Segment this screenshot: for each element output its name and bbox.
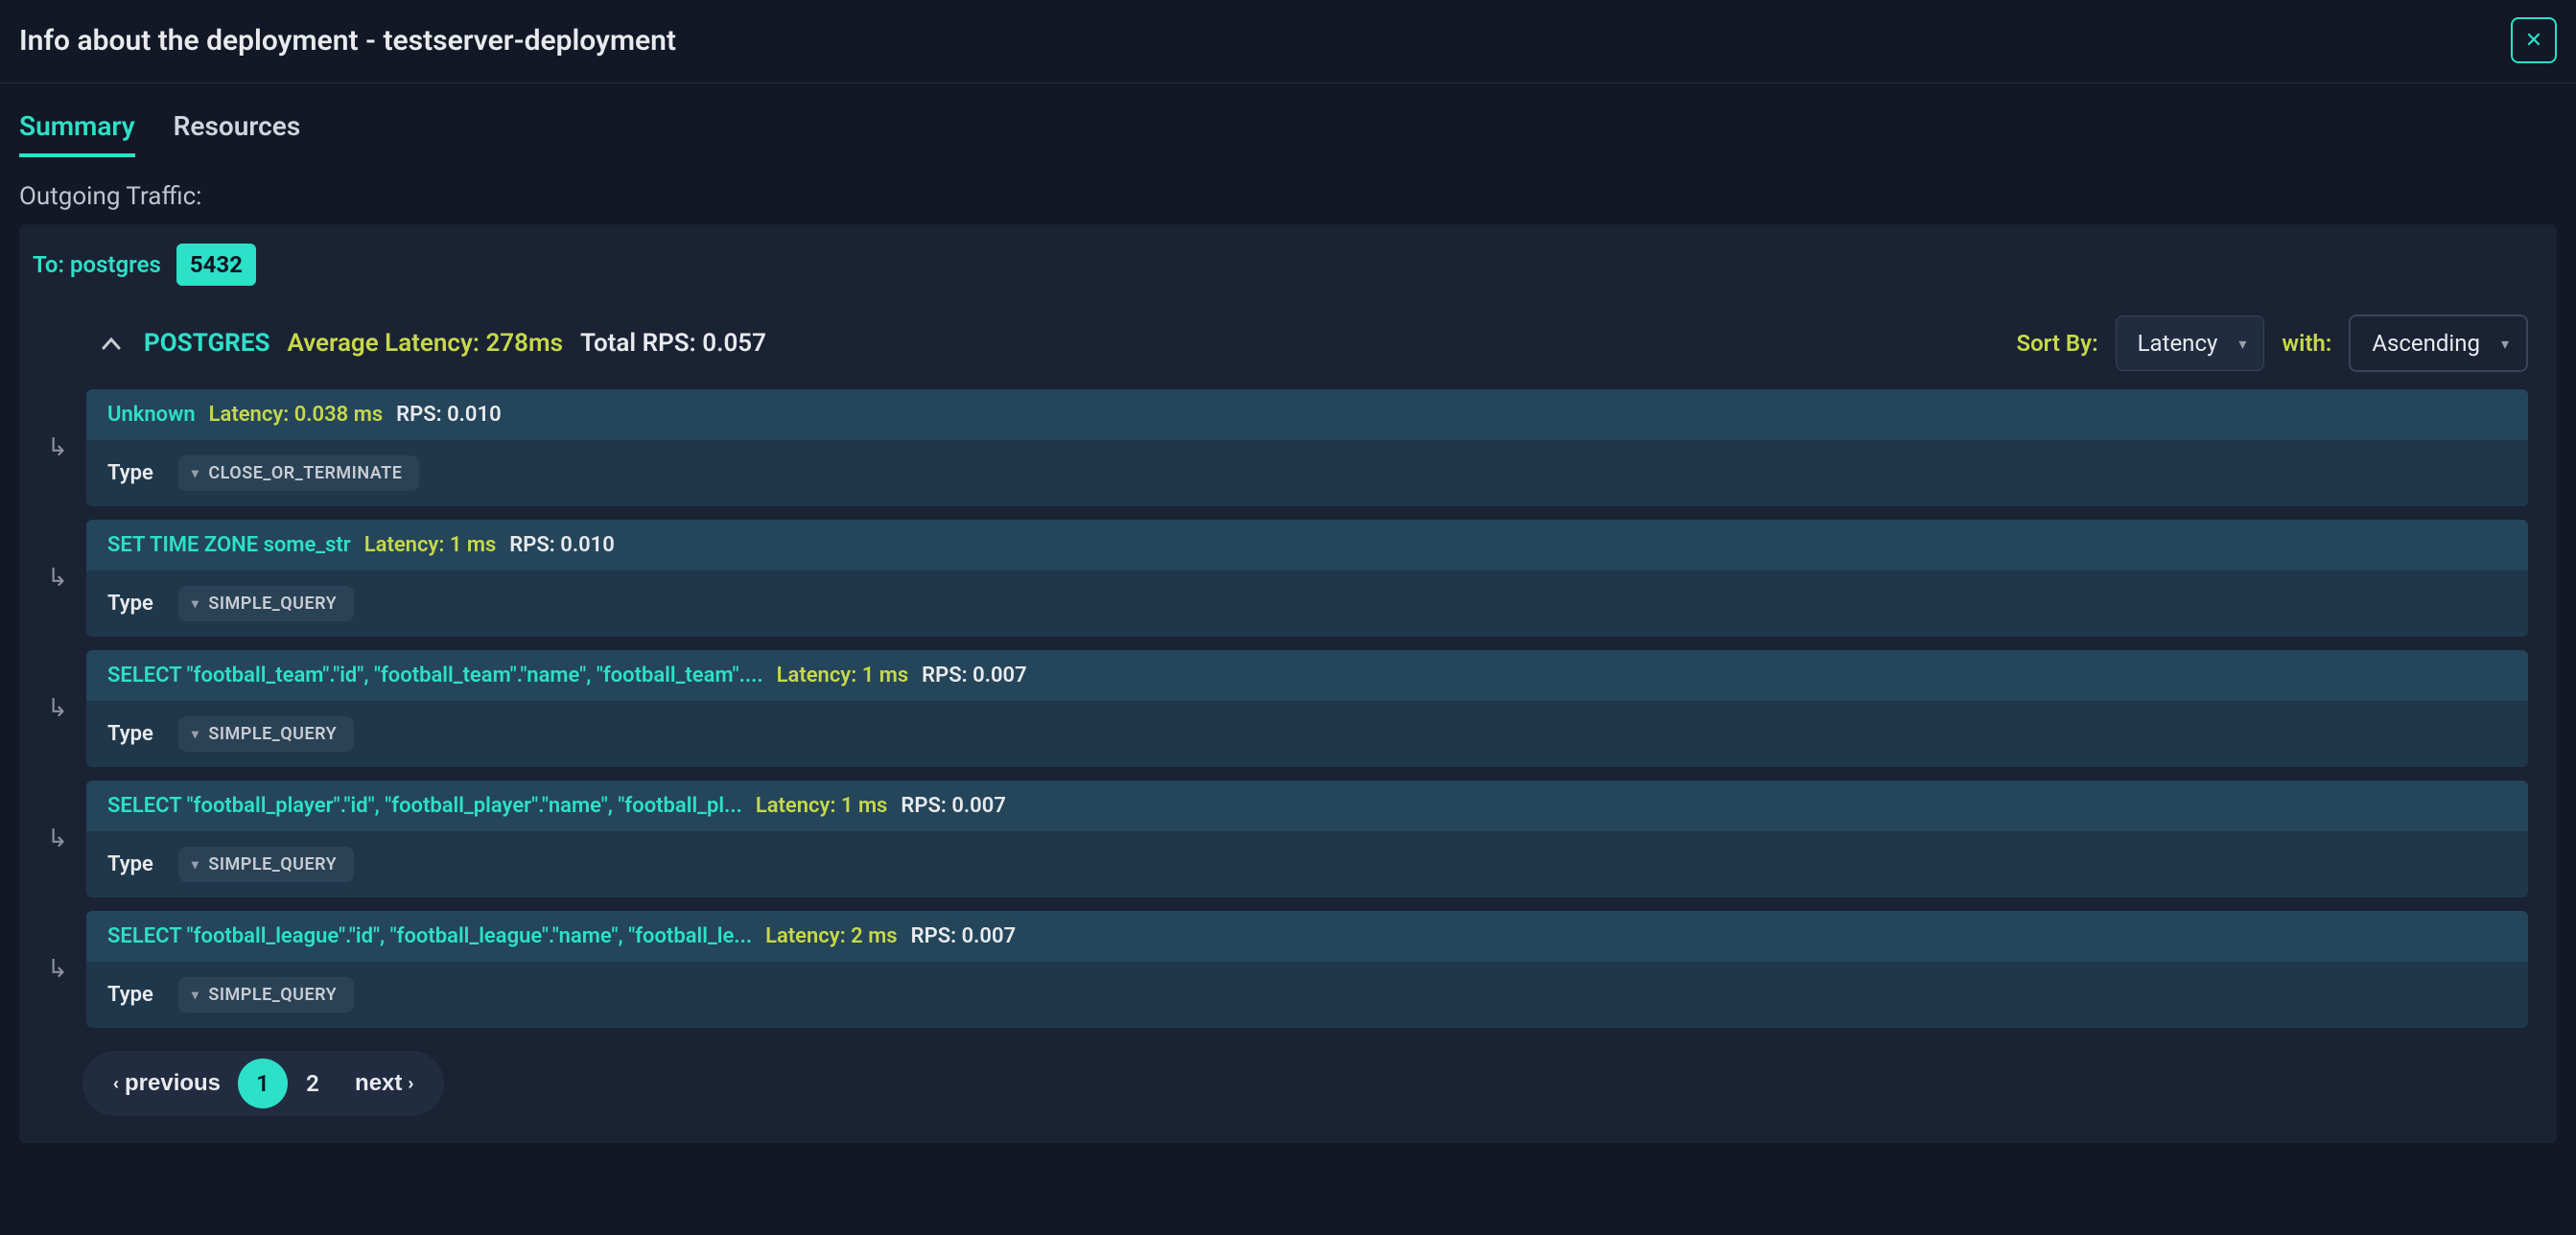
type-value: SIMPLE_QUERY [208,854,337,874]
type-label: Type [107,592,153,616]
query-rps: RPS: 0.007 [911,924,1017,948]
sort-by-value: Latency [2138,330,2218,357]
query-latency: Latency: 2 ms [765,924,898,948]
sort-direction-select[interactable]: Ascending ▾ [2349,315,2528,372]
query-card[interactable]: SELECT "football_league"."id", "football… [86,911,2528,1028]
query-rps: RPS: 0.007 [922,664,1027,687]
sub-arrow-icon: ↳ [42,650,73,767]
query-card[interactable]: SET TIME ZONE some_str Latency: 1 ms RPS… [86,520,2528,637]
query-body: Type ▾ SIMPLE_QUERY [86,571,2528,637]
query-name: Unknown [107,403,196,427]
deployment-info-modal: Info about the deployment - testserver-d… [0,0,2576,1143]
query-body: Type ▾ CLOSE_OR_TERMINATE [86,440,2528,506]
query-body: Type ▾ SIMPLE_QUERY [86,701,2528,767]
type-chip[interactable]: ▾ SIMPLE_QUERY [178,847,354,882]
chevron-up-icon[interactable] [102,332,121,355]
sort-controls: Sort By: Latency ▾ with: Ascending ▾ [2016,315,2528,372]
query-rps: RPS: 0.007 [901,794,1006,818]
tabs: Summary Resources [0,83,2576,157]
modal-header: Info about the deployment - testserver-d… [0,0,2576,83]
query-head: Unknown Latency: 0.038 ms RPS: 0.010 [86,389,2528,440]
query-row: ↳ Unknown Latency: 0.038 ms RPS: 0.010 T… [42,389,2528,506]
sort-direction-value: Ascending [2372,330,2480,357]
protocol-label: POSTGRES [144,329,269,358]
type-label: Type [107,852,153,876]
query-list: ↳ Unknown Latency: 0.038 ms RPS: 0.010 T… [19,389,2557,1028]
query-body: Type ▾ SIMPLE_QUERY [86,962,2528,1028]
chevron-down-icon: ▾ [2238,335,2246,353]
sub-arrow-icon: ↳ [42,781,73,897]
chevron-down-icon: ▾ [192,466,199,481]
query-row: ↳ SELECT "football_player"."id", "footba… [42,781,2528,897]
query-name: SELECT "football_league"."id", "football… [107,924,752,948]
page-number-2[interactable]: 2 [288,1059,338,1108]
type-label: Type [107,461,153,485]
query-row: ↳ SET TIME ZONE some_str Latency: 1 ms R… [42,520,2528,637]
type-value: CLOSE_OR_TERMINATE [208,463,402,483]
page-number-1[interactable]: 1 [238,1059,288,1108]
query-row: ↳ SELECT "football_league"."id", "footba… [42,911,2528,1028]
type-chip[interactable]: ▾ CLOSE_OR_TERMINATE [178,455,420,491]
sub-arrow-icon: ↳ [42,520,73,637]
type-label: Type [107,983,153,1007]
modal-title: Info about the deployment - testserver-d… [19,24,676,58]
query-head: SELECT "football_player"."id", "football… [86,781,2528,831]
total-rps: Total RPS: 0.057 [580,329,766,358]
type-value: SIMPLE_QUERY [208,985,337,1005]
chevron-down-icon: ▾ [192,857,199,873]
type-value: SIMPLE_QUERY [208,724,337,744]
traffic-panel: To: postgres 5432 POSTGRES Average Laten… [19,224,2557,1143]
chevron-right-icon: › [408,1074,413,1094]
prev-label: previous [125,1070,221,1097]
query-head: SELECT "football_team"."id", "football_t… [86,650,2528,701]
query-card[interactable]: Unknown Latency: 0.038 ms RPS: 0.010 Typ… [86,389,2528,506]
type-chip[interactable]: ▾ SIMPLE_QUERY [178,977,354,1013]
query-body: Type ▾ SIMPLE_QUERY [86,831,2528,897]
tab-resources[interactable]: Resources [174,110,301,157]
query-name: SELECT "football_team"."id", "football_t… [107,664,763,687]
destination-port-badge: 5432 [176,244,256,286]
query-head: SET TIME ZONE some_str Latency: 1 ms RPS… [86,520,2528,571]
query-card[interactable]: SELECT "football_player"."id", "football… [86,781,2528,897]
sort-with-label: with: [2282,330,2331,357]
query-card[interactable]: SELECT "football_team"."id", "football_t… [86,650,2528,767]
outgoing-traffic-label: Outgoing Traffic: [0,157,2576,224]
sub-arrow-icon: ↳ [42,911,73,1028]
chevron-down-icon: ▾ [192,596,199,612]
next-label: next [355,1070,402,1097]
type-label: Type [107,722,153,746]
query-latency: Latency: 1 ms [364,533,497,557]
query-rps: RPS: 0.010 [396,403,502,427]
chevron-down-icon: ▾ [192,727,199,742]
query-head: SELECT "football_league"."id", "football… [86,911,2528,962]
query-rps: RPS: 0.010 [509,533,615,557]
query-name: SELECT "football_player"."id", "football… [107,794,742,818]
sub-arrow-icon: ↳ [42,389,73,506]
close-button[interactable]: ✕ [2511,17,2557,63]
sort-by-select[interactable]: Latency ▾ [2116,315,2265,371]
next-page-button[interactable]: next › [338,1060,431,1107]
query-row: ↳ SELECT "football_team"."id", "football… [42,650,2528,767]
query-name: SET TIME ZONE some_str [107,533,351,557]
query-latency: Latency: 1 ms [756,794,888,818]
query-latency: Latency: 1 ms [777,664,909,687]
average-latency: Average Latency: 278ms [287,329,563,358]
chevron-down-icon: ▾ [192,988,199,1003]
tab-summary[interactable]: Summary [19,110,135,157]
type-value: SIMPLE_QUERY [208,594,337,614]
close-icon: ✕ [2525,28,2542,53]
pagination: ‹ previous 1 2 next › [82,1051,444,1116]
destination-label: To: postgres [33,251,161,278]
destination-row: To: postgres 5432 [19,224,2557,286]
query-latency: Latency: 0.038 ms [209,403,384,427]
type-chip[interactable]: ▾ SIMPLE_QUERY [178,716,354,752]
chevron-down-icon: ▾ [2501,335,2509,353]
sort-by-label: Sort By: [2016,330,2097,357]
protocol-summary-row: POSTGRES Average Latency: 278ms Total RP… [19,286,2557,389]
prev-page-button[interactable]: ‹ previous [96,1060,238,1107]
chevron-left-icon: ‹ [113,1074,119,1094]
type-chip[interactable]: ▾ SIMPLE_QUERY [178,586,354,621]
